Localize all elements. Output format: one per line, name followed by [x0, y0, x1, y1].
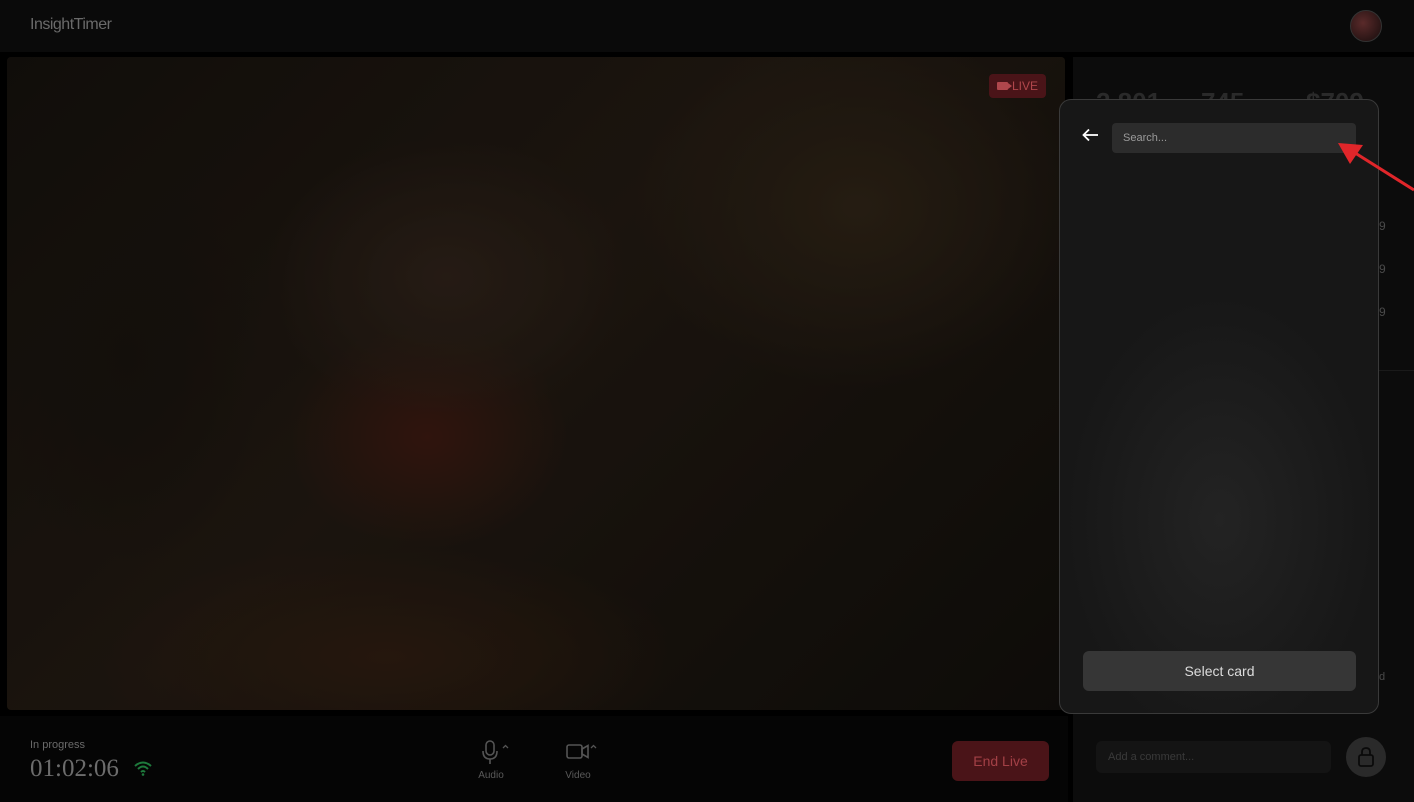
row-value-fragment: 9 — [1379, 219, 1386, 233]
back-button[interactable] — [1080, 125, 1102, 145]
session-timer: 01:02:06 — [30, 755, 119, 782]
brand-logo[interactable]: InsightTimer — [30, 16, 112, 34]
user-avatar[interactable] — [1350, 10, 1382, 42]
video-control[interactable]: Video — [558, 740, 598, 788]
wifi-icon — [134, 761, 152, 776]
end-live-button[interactable]: End Live — [952, 741, 1049, 781]
sidebar-text-fragment: d — [1379, 671, 1386, 683]
video-camera-icon — [566, 744, 597, 759]
live-video-feed: LIVE — [7, 57, 1065, 710]
card-search-input[interactable] — [1112, 123, 1356, 153]
lock-button[interactable] — [1346, 737, 1386, 777]
row-value-fragment: 9 — [1379, 262, 1386, 276]
audio-control[interactable]: Audio — [471, 740, 511, 788]
bottom-control-bar — [0, 716, 1068, 802]
top-bar: InsightTimer — [0, 0, 1414, 52]
back-arrow-icon — [1082, 128, 1098, 142]
audio-label: Audio — [478, 770, 504, 781]
camera-icon — [997, 82, 1012, 90]
video-label: Video — [565, 770, 591, 781]
live-badge: LIVE — [989, 74, 1047, 98]
select-card-button[interactable]: Select card — [1083, 651, 1356, 691]
session-status-label: In progress — [30, 739, 86, 751]
row-value-fragment: 9 — [1379, 305, 1386, 319]
live-label: LIVE — [1012, 79, 1039, 93]
microphone-icon — [482, 740, 509, 764]
lock-icon — [1358, 747, 1374, 767]
comment-input[interactable] — [1096, 741, 1331, 773]
annotation-arrow-icon — [1338, 143, 1414, 192]
video-dim-overlay — [7, 57, 1065, 710]
